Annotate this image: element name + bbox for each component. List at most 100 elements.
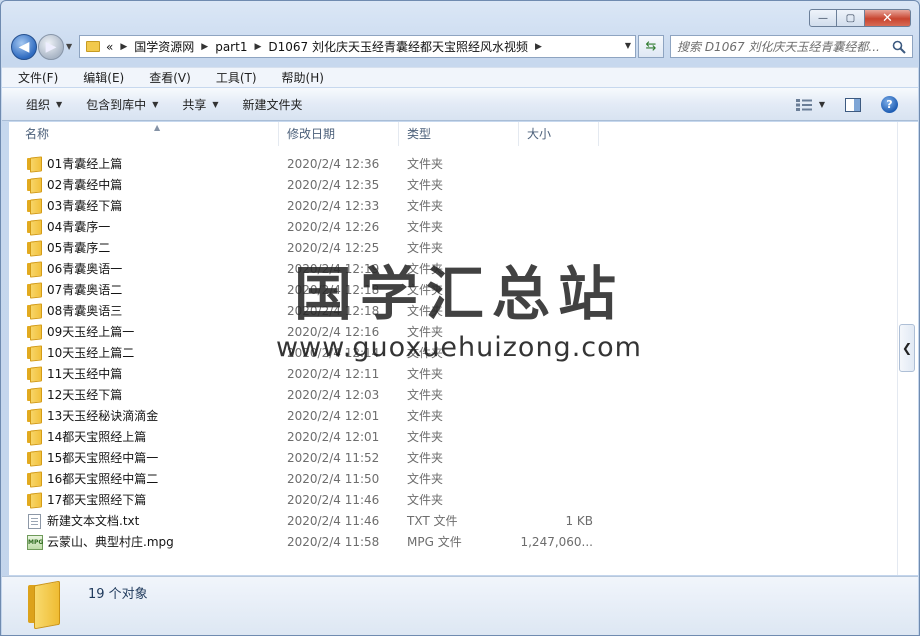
chevron-right-icon[interactable]: ▶ [120, 42, 127, 52]
file-date: 2020/2/4 12:03 [287, 388, 380, 402]
chevron-down-icon: ▼ [212, 99, 219, 109]
minimize-button[interactable]: — [809, 9, 837, 27]
menu-tools[interactable]: 工具(T) [200, 69, 266, 86]
folder-icon [27, 177, 43, 194]
file-size [497, 301, 593, 322]
recent-pages-dropdown[interactable]: ▼ [66, 42, 72, 51]
menu-edit[interactable]: 编辑(E) [67, 69, 133, 86]
file-row[interactable]: 03青囊经下篇 2020/2/4 12:33 文件夹 [9, 196, 897, 217]
folder-icon [27, 282, 43, 299]
include-library-button[interactable]: 包含到库中 ▼ [74, 96, 170, 113]
file-date: 2020/2/4 11:46 [287, 493, 380, 507]
folder-icon [86, 41, 100, 52]
file-size [497, 490, 593, 511]
folder-icon [27, 198, 43, 215]
maximize-button[interactable]: ▢ [837, 9, 865, 27]
view-options-icon[interactable] [795, 98, 813, 112]
column-size[interactable]: 大小 [519, 122, 599, 146]
file-row[interactable]: 新建文本文档.txt 2020/2/4 11:46 TXT 文件 1 KB [9, 511, 897, 532]
file-name: 云蒙山、典型村庄.mpg [47, 535, 174, 549]
refresh-button[interactable]: ⇆ [638, 35, 664, 58]
preview-pane-icon[interactable] [845, 97, 861, 112]
column-date[interactable]: 修改日期 [279, 122, 399, 146]
chevron-right-icon[interactable]: ▶ [201, 42, 208, 52]
share-label: 共享 [182, 97, 207, 112]
file-row[interactable]: 14都天宝照经上篇 2020/2/4 12:01 文件夹 [9, 427, 897, 448]
help-icon[interactable]: ? [881, 96, 898, 113]
organize-button[interactable]: 组织 ▼ [2, 96, 74, 113]
file-name: 07青囊奥语二 [47, 283, 123, 297]
address-dropdown[interactable]: ▼ [625, 41, 631, 50]
file-type: 文件夹 [407, 241, 444, 255]
breadcrumb-item[interactable]: 国学资源网 [134, 38, 194, 55]
folder-icon [27, 408, 43, 425]
close-button[interactable]: ✕ [865, 9, 911, 27]
breadcrumb-item[interactable]: part1 [215, 40, 247, 54]
file-row[interactable]: 02青囊经中篇 2020/2/4 12:35 文件夹 [9, 175, 897, 196]
file-row[interactable]: 09天玉经上篇一 2020/2/4 12:16 文件夹 [9, 322, 897, 343]
search-icon[interactable] [892, 40, 906, 54]
file-row[interactable]: 01青囊经上篇 2020/2/4 12:36 文件夹 [9, 154, 897, 175]
column-type[interactable]: 类型 [399, 122, 519, 146]
folder-icon [27, 345, 43, 362]
file-date: 2020/2/4 12:33 [287, 199, 380, 213]
file-type: 文件夹 [407, 388, 444, 402]
file-date: 2020/2/4 12:18 [287, 304, 380, 318]
file-row[interactable]: MPG 云蒙山、典型村庄.mpg 2020/2/4 11:58 MPG 文件 1,247… [9, 532, 897, 553]
file-name: 03青囊经下篇 [47, 199, 123, 213]
search-box[interactable] [670, 35, 913, 58]
file-name: 17都天宝照经下篇 [47, 493, 147, 507]
breadcrumb-overflow[interactable]: « [106, 40, 113, 54]
file-row[interactable]: 06青囊奥语一 2020/2/4 12:19 文件夹 [9, 259, 897, 280]
breadcrumb-item[interactable]: D1067 刘化庆天玉经青囊经都天宝照经风水视频 [268, 38, 528, 55]
chevron-right-icon[interactable]: ▶ [535, 42, 542, 52]
pane-toggle-button[interactable]: ❮ [899, 324, 915, 372]
share-button[interactable]: 共享 ▼ [170, 96, 230, 113]
item-count: 19 个对象 [88, 587, 148, 602]
sort-up-icon: ▲ [154, 123, 161, 132]
folder-icon [27, 492, 43, 509]
column-size-label: 大小 [527, 127, 552, 141]
view-dropdown[interactable]: ▼ [819, 100, 825, 109]
file-rows: 01青囊经上篇 2020/2/4 12:36 文件夹 02青囊经中篇 2020/2/4 … [9, 154, 897, 553]
forward-button[interactable]: ▶ [38, 34, 64, 60]
menu-view[interactable]: 查看(V) [133, 69, 200, 86]
file-name: 01青囊经上篇 [47, 157, 123, 171]
column-name[interactable]: 名称 ▲ [17, 122, 279, 146]
file-date: 2020/2/4 12:16 [287, 325, 380, 339]
menu-file[interactable]: 文件(F) [2, 69, 67, 86]
back-button[interactable]: ◀ [11, 34, 37, 60]
search-input[interactable] [677, 39, 889, 54]
file-row[interactable]: 05青囊序二 2020/2/4 12:25 文件夹 [9, 238, 897, 259]
file-list: 名称 ▲ 修改日期 类型 大小 01青囊经上篇 2020/2/4 12:36 文件夹… [9, 122, 897, 575]
address-bar[interactable]: « ▶ 国学资源网 ▶ part1 ▶ D1067 刘化庆天玉经青囊经都天宝照经… [79, 35, 636, 58]
navigation-row: ◀ ▶ ▼ « ▶ 国学资源网 ▶ part1 ▶ D1067 刘化庆天玉经青囊… [9, 33, 913, 61]
organize-label: 组织 [26, 97, 51, 112]
file-row[interactable]: 13天玉经秘诀滴滴金 2020/2/4 12:01 文件夹 [9, 406, 897, 427]
file-row[interactable]: 07青囊奥语二 2020/2/4 12:18 文件夹 [9, 280, 897, 301]
file-size [497, 175, 593, 196]
file-row[interactable]: 17都天宝照经下篇 2020/2/4 11:46 文件夹 [9, 490, 897, 511]
menu-help[interactable]: 帮助(H) [266, 69, 333, 86]
folder-icon [27, 450, 43, 467]
folder-icon [27, 261, 43, 278]
file-row[interactable]: 15都天宝照经中篇一 2020/2/4 11:52 文件夹 [9, 448, 897, 469]
file-size: 1,247,060... [520, 535, 593, 549]
file-row[interactable]: 04青囊序一 2020/2/4 12:26 文件夹 [9, 217, 897, 238]
file-name: 10天玉经上篇二 [47, 346, 135, 360]
file-name: 新建文本文档.txt [47, 514, 140, 528]
file-date: 2020/2/4 12:18 [287, 283, 380, 297]
file-type: 文件夹 [407, 157, 444, 171]
new-folder-button[interactable]: 新建文件夹 [231, 96, 315, 113]
folder-icon [27, 156, 43, 173]
file-row[interactable]: 11天玉经中篇 2020/2/4 12:11 文件夹 [9, 364, 897, 385]
file-name: 16都天宝照经中篇二 [47, 472, 159, 486]
file-row[interactable]: 10天玉经上篇二 2020/2/4 12:14 文件夹 [9, 343, 897, 364]
file-row[interactable]: 12天玉经下篇 2020/2/4 12:03 文件夹 [9, 385, 897, 406]
file-row[interactable]: 08青囊奥语三 2020/2/4 12:18 文件夹 [9, 301, 897, 322]
chevron-right-icon[interactable]: ▶ [254, 42, 261, 52]
file-row[interactable]: 16都天宝照经中篇二 2020/2/4 11:50 文件夹 [9, 469, 897, 490]
new-folder-label: 新建文件夹 [242, 97, 303, 112]
file-type: 文件夹 [407, 178, 444, 192]
file-type: 文件夹 [407, 430, 444, 444]
